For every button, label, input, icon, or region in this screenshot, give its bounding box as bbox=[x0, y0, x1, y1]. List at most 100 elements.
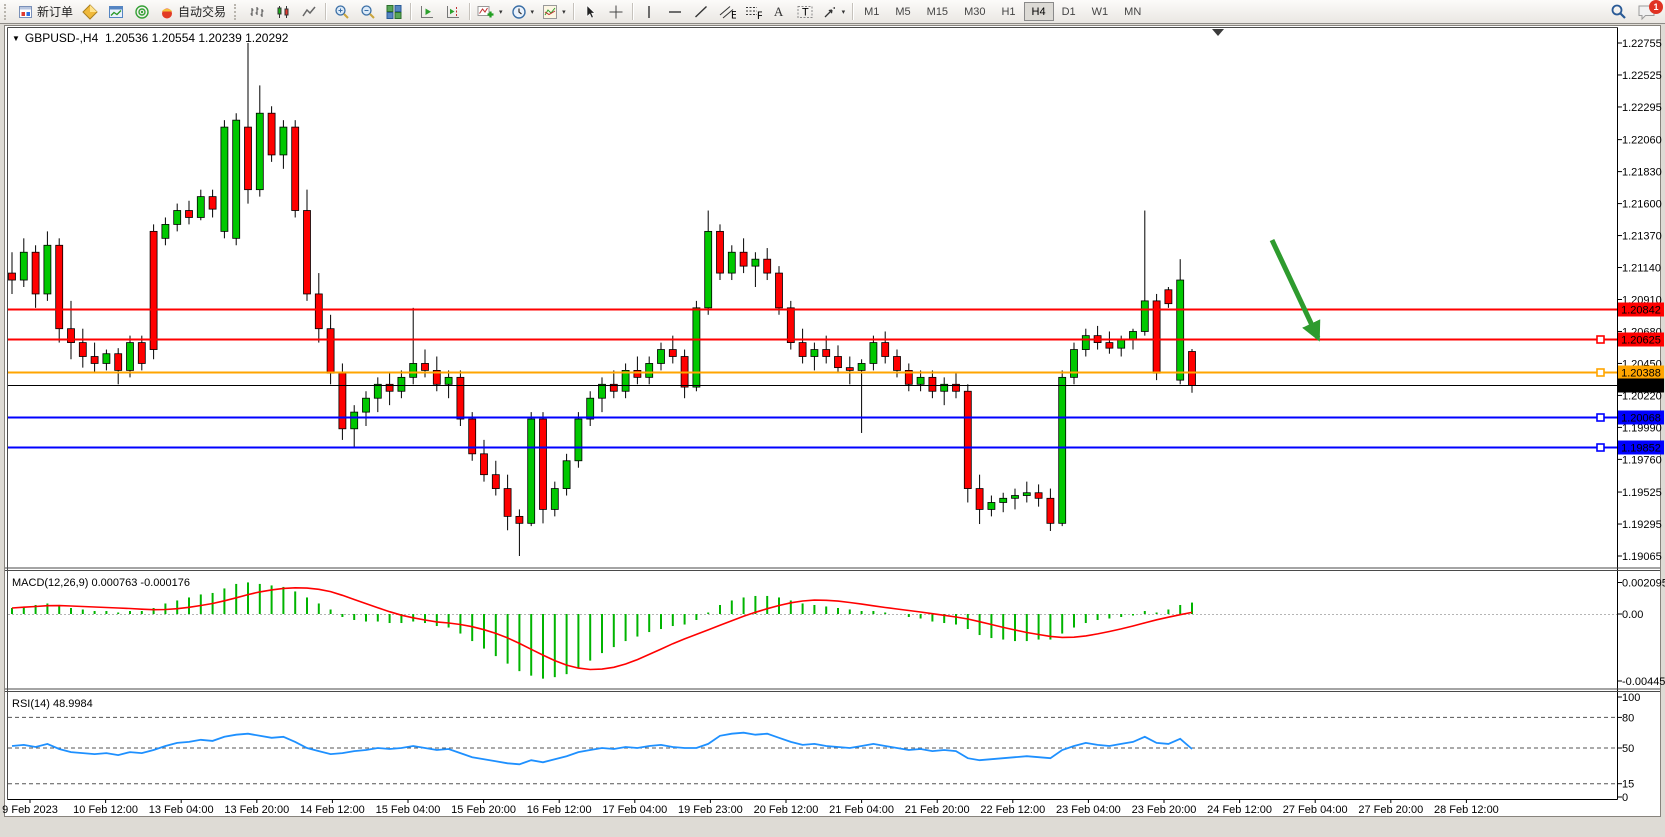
one-click-trading-toggle[interactable]: ▼ bbox=[12, 34, 20, 43]
notifications-button[interactable]: 1 bbox=[1637, 3, 1657, 21]
auto-scroll-button[interactable] bbox=[415, 1, 439, 22]
price-tick-label: 1.19760 bbox=[1622, 454, 1662, 466]
time-tick-label: 28 Feb 12:00 bbox=[1434, 804, 1499, 816]
search-icon bbox=[1610, 3, 1627, 20]
profiles-button[interactable] bbox=[78, 1, 102, 22]
zoom-out-button[interactable] bbox=[356, 1, 380, 22]
candlestick-chart-button[interactable] bbox=[271, 1, 295, 22]
price-badge-label: 1.19852 bbox=[1621, 443, 1661, 455]
market-watch-button[interactable] bbox=[104, 1, 128, 22]
crosshair-button[interactable] bbox=[604, 1, 628, 22]
rsi-tick-label: 100 bbox=[1622, 692, 1640, 704]
trendline-button[interactable] bbox=[689, 1, 713, 22]
candle-body bbox=[363, 398, 370, 412]
search-button[interactable] bbox=[1606, 1, 1630, 22]
chevron-down-icon: ▾ bbox=[499, 8, 503, 16]
candle-body bbox=[422, 363, 429, 370]
candle-body bbox=[646, 363, 653, 377]
chart-ohlc-values: 1.20536 1.20554 1.20239 1.20292 bbox=[105, 31, 289, 45]
candle-body bbox=[551, 489, 558, 510]
chart-shift-button[interactable] bbox=[441, 1, 465, 22]
candle-body bbox=[457, 377, 464, 419]
indicators-button[interactable]: ▾ bbox=[474, 1, 506, 22]
timeframe-button-m1[interactable]: M1 bbox=[856, 2, 887, 21]
templates-button[interactable]: ▾ bbox=[539, 1, 569, 22]
candle-body bbox=[1189, 351, 1196, 385]
candle-body bbox=[799, 343, 806, 357]
toolbar-separator bbox=[852, 3, 853, 20]
candle-body bbox=[575, 419, 582, 461]
toolbar-grip[interactable] bbox=[234, 4, 241, 20]
line-handle[interactable] bbox=[1597, 369, 1604, 376]
timeframe-button-d1[interactable]: D1 bbox=[1054, 2, 1084, 21]
signals-button[interactable] bbox=[130, 1, 154, 22]
candle-body bbox=[186, 211, 193, 218]
text-label-button[interactable]: T bbox=[793, 1, 817, 22]
timeframe-button-m30[interactable]: M30 bbox=[956, 2, 993, 21]
chart-window-frame bbox=[5, 26, 1661, 817]
candle-body bbox=[492, 475, 499, 489]
candle-body bbox=[221, 127, 228, 231]
line-chart-button[interactable] bbox=[297, 1, 321, 22]
rsi-tick-label: 50 bbox=[1622, 743, 1634, 755]
vertical-line-button[interactable] bbox=[637, 1, 661, 22]
zoom-in-button[interactable] bbox=[330, 1, 354, 22]
candle-body bbox=[1047, 498, 1054, 523]
timeframe-button-mn[interactable]: MN bbox=[1116, 2, 1149, 21]
line-handle[interactable] bbox=[1597, 414, 1604, 421]
chevron-down-icon: ▾ bbox=[842, 8, 846, 16]
equidistant-channel-button[interactable]: E bbox=[715, 1, 739, 22]
new-order-button[interactable]: 新订单 bbox=[15, 1, 76, 22]
time-tick-label: 21 Feb 04:00 bbox=[829, 804, 894, 816]
candle-body bbox=[327, 329, 334, 373]
candle-body bbox=[351, 412, 358, 429]
new-order-label: 新订单 bbox=[37, 3, 73, 20]
svg-text:F: F bbox=[757, 10, 762, 20]
candle-body bbox=[599, 384, 606, 398]
candle-body bbox=[138, 343, 145, 364]
candle-body bbox=[882, 343, 889, 357]
timeframe-button-h4[interactable]: H4 bbox=[1024, 2, 1054, 21]
fibonacci-button[interactable]: F bbox=[741, 1, 765, 22]
tile-windows-button[interactable] bbox=[382, 1, 406, 22]
bar-chart-button[interactable] bbox=[245, 1, 269, 22]
chart-shift-icon bbox=[445, 4, 461, 20]
line-handle[interactable] bbox=[1597, 336, 1604, 343]
candle-body bbox=[693, 308, 700, 387]
chevron-down-icon: ▾ bbox=[531, 8, 535, 16]
chart-window[interactable]: 1.227551.225251.222951.220601.218301.216… bbox=[0, 0, 1665, 837]
time-tick-label: 20 Feb 12:00 bbox=[754, 804, 819, 816]
cursor-button[interactable] bbox=[578, 1, 602, 22]
arrows-button[interactable]: ▾ bbox=[819, 1, 849, 22]
timeframe-button-m15[interactable]: M15 bbox=[919, 2, 956, 21]
indicators-icon bbox=[477, 4, 495, 20]
rsi-value: 48.9984 bbox=[53, 698, 93, 710]
candle-body bbox=[374, 384, 381, 398]
line-chart-icon bbox=[301, 4, 317, 20]
toolbar-grip[interactable] bbox=[4, 4, 11, 20]
auto-trading-button[interactable]: 自动交易 bbox=[156, 1, 229, 22]
candle-body bbox=[20, 252, 27, 280]
zoom-in-icon bbox=[334, 4, 350, 20]
candle-body bbox=[528, 419, 535, 523]
candle-body bbox=[56, 245, 63, 328]
time-tick-label: 23 Feb 20:00 bbox=[1132, 804, 1197, 816]
timeframe-button-m5[interactable]: M5 bbox=[887, 2, 918, 21]
candle-body bbox=[658, 350, 665, 364]
timeframe-button-h1[interactable]: H1 bbox=[993, 2, 1023, 21]
periods-button[interactable]: ▾ bbox=[508, 1, 538, 22]
price-tick-label: 1.22525 bbox=[1622, 70, 1662, 82]
price-tick-label: 1.21600 bbox=[1622, 199, 1662, 211]
candle-body bbox=[115, 354, 122, 371]
timeframe-button-w1[interactable]: W1 bbox=[1084, 2, 1117, 21]
horizontal-line-button[interactable] bbox=[663, 1, 687, 22]
candlestick-chart-icon bbox=[275, 4, 291, 20]
candle-body bbox=[964, 391, 971, 488]
price-tick-label: 1.19295 bbox=[1622, 519, 1662, 531]
time-tick-label: 19 Feb 23:00 bbox=[678, 804, 743, 816]
text-button[interactable]: A bbox=[767, 1, 791, 22]
price-tick-label: 1.21830 bbox=[1622, 167, 1662, 179]
candle-body bbox=[469, 419, 476, 454]
candle-body bbox=[91, 357, 98, 364]
line-handle[interactable] bbox=[1597, 444, 1604, 451]
